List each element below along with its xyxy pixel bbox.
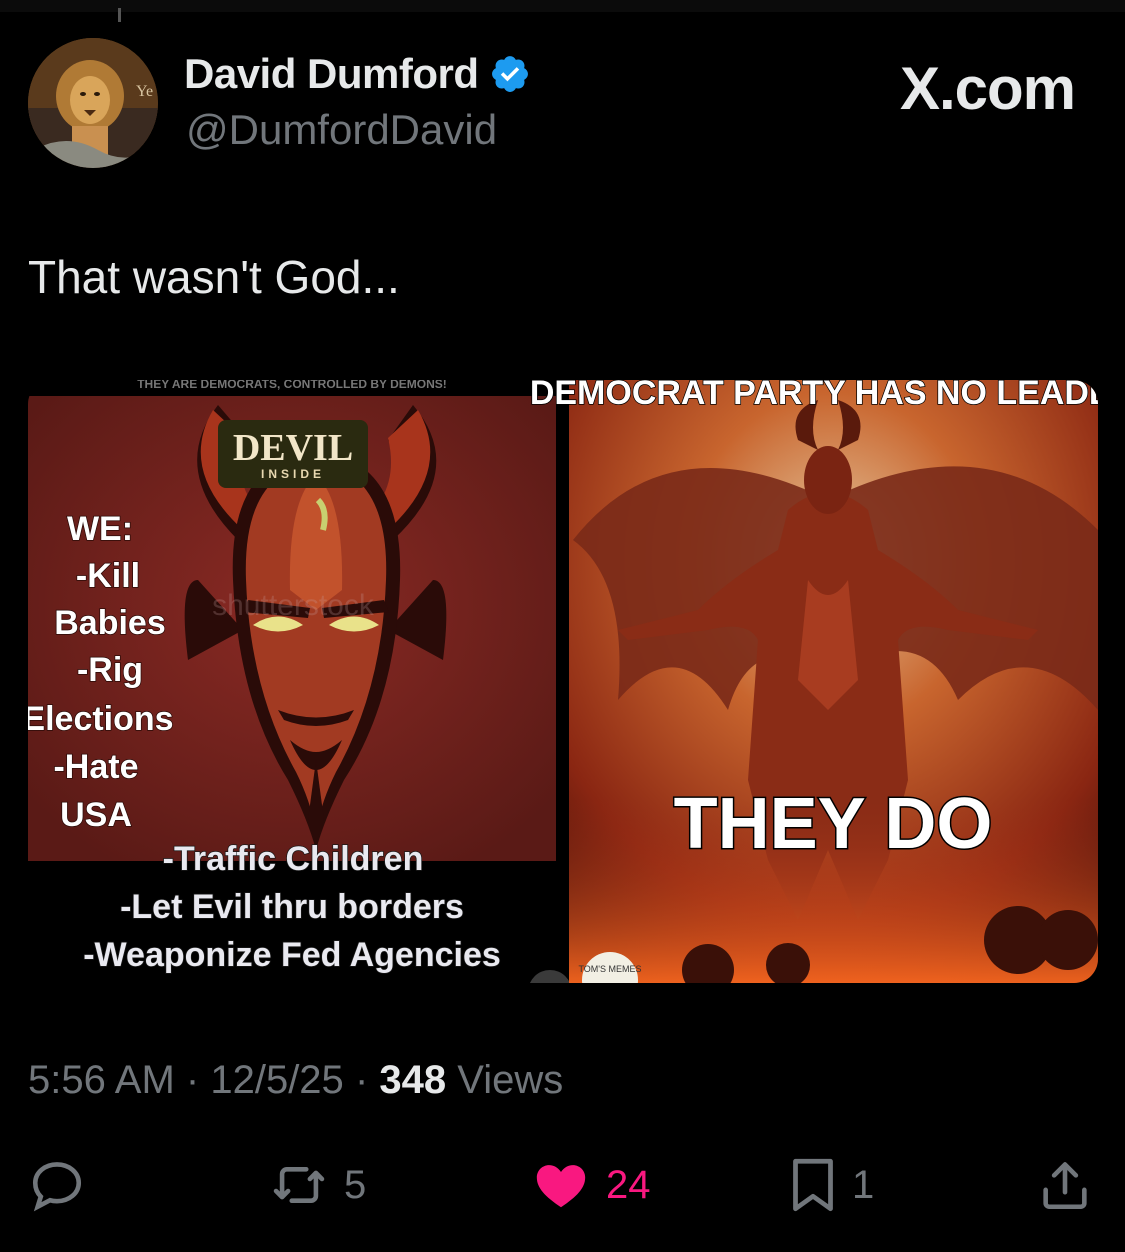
share-button[interactable] <box>1036 1150 1094 1220</box>
like-count: 24 <box>606 1162 651 1207</box>
devil-inside-badge: DEVIL INSIDE <box>218 420 368 488</box>
meta-separator: · <box>185 1058 200 1102</box>
display-name[interactable]: David Dumford <box>184 50 479 98</box>
top-strip <box>0 0 1125 22</box>
bookmark-icon <box>793 1158 833 1212</box>
share-icon <box>1043 1162 1087 1210</box>
tweet-text: That wasn't God... <box>28 251 400 303</box>
left-bottom-line: -Traffic Children <box>163 840 424 878</box>
action-bar: 5 24 1 <box>0 1150 1125 1220</box>
tweet-screenshot: Ye David Dumford @DumfordDavid X.com Tha… <box>0 0 1125 1252</box>
tweet-meta: 5:56 AM · 12/5/25 · 348 Views <box>28 1058 563 1103</box>
right-meme-image[interactable]: DEMOCRAT PARTY HAS NO LEADER THEY DO TOM… <box>529 380 1098 983</box>
handle[interactable]: @DumfordDavid <box>186 106 497 154</box>
retweet-button[interactable]: 5 <box>268 1150 366 1220</box>
left-list-line: Elections <box>28 700 174 738</box>
left-meme-image[interactable]: THEY ARE DEMOCRATS, CONTROLLED BY DEMONS… <box>28 380 572 983</box>
meta-separator: · <box>354 1058 369 1102</box>
left-top-caption: THEY ARE DEMOCRATS, CONTROLLED BY DEMONS… <box>137 380 447 391</box>
reply-icon <box>32 1162 82 1212</box>
verified-badge-icon <box>491 56 528 92</box>
views-count: 348 <box>379 1058 447 1102</box>
media-grid[interactable]: THEY ARE DEMOCRATS, CONTROLLED BY DEMONS… <box>28 380 1098 983</box>
left-list-line: Babies <box>54 604 166 642</box>
views-label: Views <box>457 1058 564 1102</box>
retweet-count: 5 <box>344 1162 367 1207</box>
right-watermark: TOM'S MEMES <box>578 964 641 974</box>
tweet-date[interactable]: 12/5/25 <box>210 1058 343 1102</box>
bookmark-count: 1 <box>852 1162 875 1207</box>
avatar-lion-image: Ye <box>28 38 158 168</box>
media-svg: THEY ARE DEMOCRATS, CONTROLLED BY DEMONS… <box>28 380 1098 983</box>
display-name-row[interactable]: David Dumford <box>184 50 531 98</box>
tweet-time[interactable]: 5:56 AM <box>28 1058 175 1102</box>
right-top-caption: DEMOCRAT PARTY HAS NO LEADER <box>530 380 1098 412</box>
left-list-line: WE: <box>67 510 133 548</box>
scroll-tick <box>118 8 121 22</box>
like-button[interactable]: 24 <box>530 1150 651 1220</box>
left-list-line: -Rig <box>77 651 143 689</box>
badge-sub: INSIDE <box>261 467 325 481</box>
badge-title: DEVIL <box>233 427 353 469</box>
left-bottom-line: -Let Evil thru borders <box>120 888 464 926</box>
left-list-line: -Kill <box>76 557 140 595</box>
right-bottom-caption: THEY DO <box>674 784 993 864</box>
reply-button[interactable] <box>28 1150 100 1220</box>
left-list-line: -Hate <box>53 748 138 786</box>
brand-label: X.com <box>899 55 1076 122</box>
retweet-icon <box>273 1166 325 1204</box>
heart-icon <box>536 1165 586 1208</box>
left-watermark: shutterstock <box>212 589 375 622</box>
svg-text:Ye: Ye <box>136 83 153 100</box>
avatar[interactable]: Ye <box>28 38 158 168</box>
left-bottom-line: -Weaponize Fed Agencies <box>83 936 501 974</box>
left-list-line: USA <box>60 796 132 834</box>
bookmark-button[interactable]: 1 <box>788 1150 874 1220</box>
